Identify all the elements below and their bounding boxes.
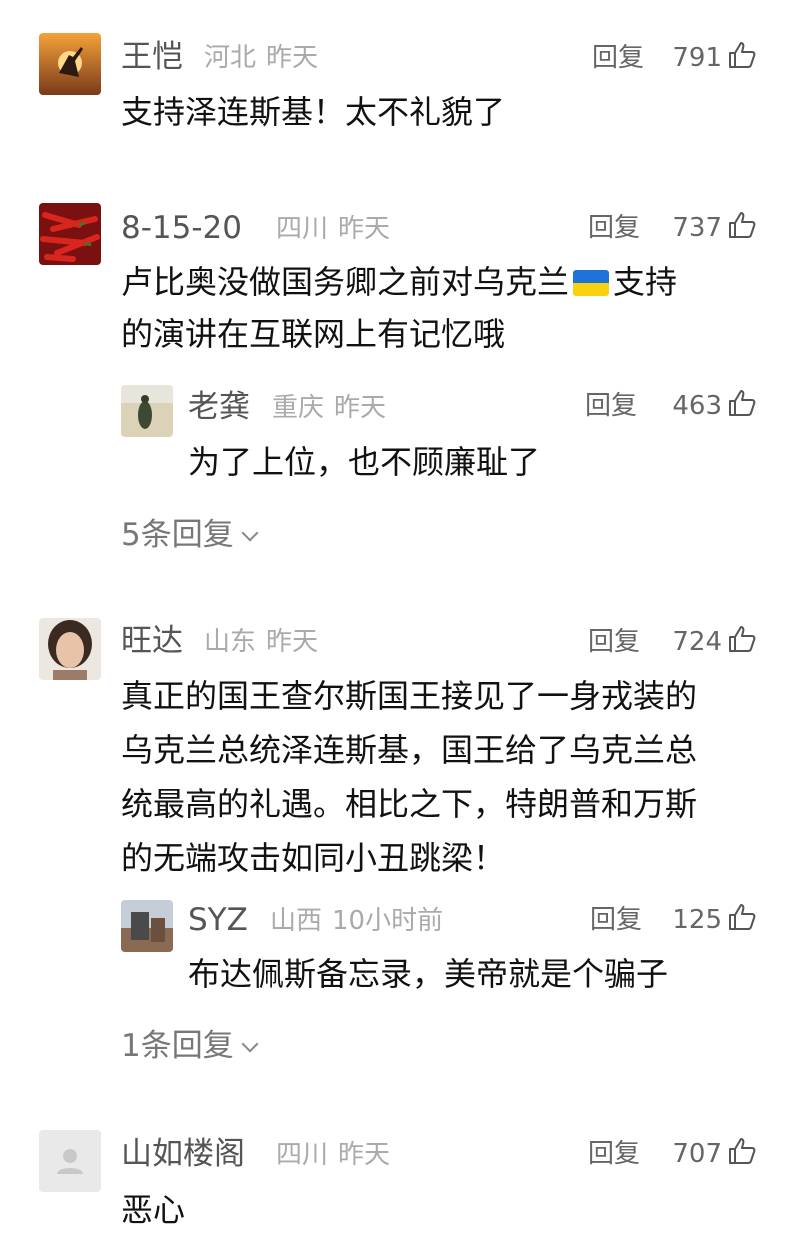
location: 四川 — [276, 1140, 329, 1170]
comment-text-line: 的演讲在互联网上有记忆哦 — [121, 315, 506, 353]
comment-text-line: 统最高的礼遇。相比之下，特朗普和万斯 — [121, 785, 698, 823]
thumb-up-icon[interactable] — [727, 388, 757, 418]
comment-text-line: 真正的国王查尔斯国王接见了一身戎装的 — [121, 677, 698, 715]
like-count: 707 — [672, 1139, 722, 1169]
more-replies-link[interactable]: 1条回复 — [121, 1031, 259, 1062]
comment-item: 旺达 山东 昨天 回复 724 真正的国王查尔斯国王接见了一身戎装的 乌克兰总统泽… — [0, 600, 796, 1080]
comment-meta: 四川 昨天 — [276, 1142, 400, 1168]
avatar[interactable] — [39, 618, 101, 680]
chevron-down-icon — [241, 1035, 259, 1053]
comment-meta: 山西 10小时前 — [270, 908, 453, 934]
default-avatar-icon — [39, 1130, 101, 1192]
username[interactable]: SYZ — [188, 905, 248, 936]
avatar[interactable] — [121, 385, 173, 437]
thumb-up-icon[interactable] — [727, 210, 757, 240]
comment-text-line: 的无端攻击如同小丑跳梁！ — [121, 839, 506, 877]
reply-button[interactable]: 回复 — [590, 907, 642, 933]
avatar[interactable] — [121, 900, 173, 952]
thumb-up-icon[interactable] — [727, 624, 757, 654]
username[interactable]: 老龚 — [188, 392, 250, 423]
comment-text: 支持泽连斯基！太不礼貌了 — [121, 93, 506, 131]
chevron-down-icon — [241, 524, 259, 542]
timestamp: 昨天 — [338, 214, 391, 244]
location: 山东 — [204, 627, 257, 657]
reply-button[interactable]: 回复 — [588, 215, 640, 241]
comment-meta: 四川 昨天 — [276, 216, 400, 242]
thumb-up-icon[interactable] — [727, 40, 757, 70]
timestamp: 10小时前 — [332, 906, 444, 936]
username[interactable]: 山如楼阁 — [121, 1139, 245, 1170]
more-replies-link[interactable]: 5条回复 — [121, 520, 259, 551]
avatar[interactable] — [39, 33, 101, 95]
comment-text-line: 乌克兰总统泽连斯基，国王给了乌克兰总 — [121, 731, 698, 769]
like-count: 791 — [672, 43, 722, 73]
location: 河北 — [204, 43, 257, 73]
timestamp: 昨天 — [266, 627, 319, 657]
username[interactable]: 8-15-20 — [121, 213, 242, 244]
avatar[interactable] — [39, 1130, 101, 1192]
like-count: 125 — [672, 905, 722, 935]
comment-item: 山如楼阁 四川 昨天 回复 707 恶心 — [0, 1110, 796, 1258]
username[interactable]: 王恺 — [121, 42, 183, 73]
avatar-image — [39, 618, 101, 680]
avatar-image — [39, 33, 101, 95]
reply-button[interactable]: 回复 — [585, 393, 637, 419]
comment-meta: 山东 昨天 — [204, 629, 328, 655]
ukraine-flag-icon — [573, 270, 610, 296]
reply-button[interactable]: 回复 — [588, 1141, 640, 1167]
comment-text: 恶心 — [121, 1191, 186, 1229]
like-count: 737 — [672, 213, 722, 243]
reply-button[interactable]: 回复 — [592, 45, 644, 71]
avatar-image — [39, 203, 101, 265]
timestamp: 昨天 — [338, 1140, 391, 1170]
location: 四川 — [276, 214, 329, 244]
thumb-up-icon[interactable] — [727, 1136, 757, 1166]
username[interactable]: 旺达 — [121, 626, 183, 657]
location: 山西 — [270, 906, 323, 936]
reply-text: 布达佩斯备忘录，美帝就是个骗子 — [188, 955, 669, 993]
like-count: 724 — [672, 627, 722, 657]
like-count: 463 — [672, 391, 722, 421]
timestamp: 昨天 — [266, 43, 319, 73]
thumb-up-icon[interactable] — [727, 902, 757, 932]
comment-item: 8-15-20 四川 昨天 回复 737 卢比奥没做国务卿之前对乌克兰 支持 的演讲… — [0, 180, 796, 580]
reply-text: 为了上位，也不顾廉耻了 — [188, 443, 541, 481]
comment-item: 王恺 河北 昨天 回复 791 支持泽连斯基！太不礼貌了 — [0, 0, 796, 180]
reply-button[interactable]: 回复 — [588, 629, 640, 655]
comment-meta: 重庆 昨天 — [272, 395, 396, 421]
timestamp: 昨天 — [334, 393, 387, 423]
avatar-image — [121, 385, 173, 437]
comment-text-line: 卢比奥没做国务卿之前对乌克兰 支持 — [121, 263, 678, 301]
avatar[interactable] — [39, 203, 101, 265]
location: 重庆 — [272, 393, 325, 423]
comment-meta: 河北 昨天 — [204, 45, 328, 71]
avatar-image — [121, 900, 173, 952]
